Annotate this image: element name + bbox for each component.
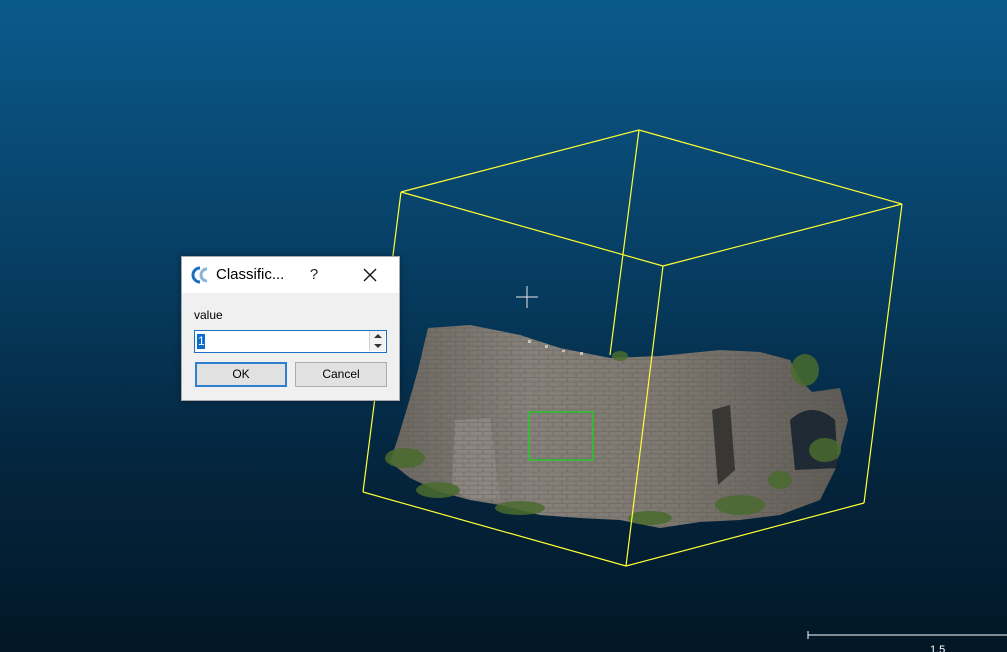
value-spinbox[interactable]: 1 (194, 330, 387, 353)
value-label: value (194, 308, 223, 322)
3d-viewport[interactable]: 1.5 Classific... ? value 1 OK Cancel (0, 0, 1007, 652)
cancel-button[interactable]: Cancel (295, 362, 387, 387)
dialog-titlebar[interactable]: Classific... ? (182, 257, 399, 293)
arrow-down-icon (374, 344, 382, 348)
help-button[interactable]: ? (303, 263, 325, 287)
classification-dialog[interactable]: Classific... ? value 1 OK Cancel (181, 256, 400, 401)
arrow-up-icon (374, 334, 382, 338)
scale-label: 1.5 (930, 644, 946, 652)
ok-button[interactable]: OK (195, 362, 287, 387)
spin-down-button[interactable] (369, 341, 385, 351)
cloudcompare-logo-icon (191, 266, 208, 284)
crosshair-cursor-icon (516, 286, 538, 308)
dialog-title: Classific... (216, 266, 285, 283)
point-cloud-wall (385, 325, 848, 528)
bounding-box-back (609, 129, 640, 356)
point-cloud-scene[interactable] (0, 0, 1007, 652)
scale-bar (807, 631, 1007, 639)
value-input[interactable]: 1 (197, 334, 205, 349)
spin-up-button[interactable] (369, 331, 385, 341)
close-icon[interactable] (358, 263, 382, 287)
